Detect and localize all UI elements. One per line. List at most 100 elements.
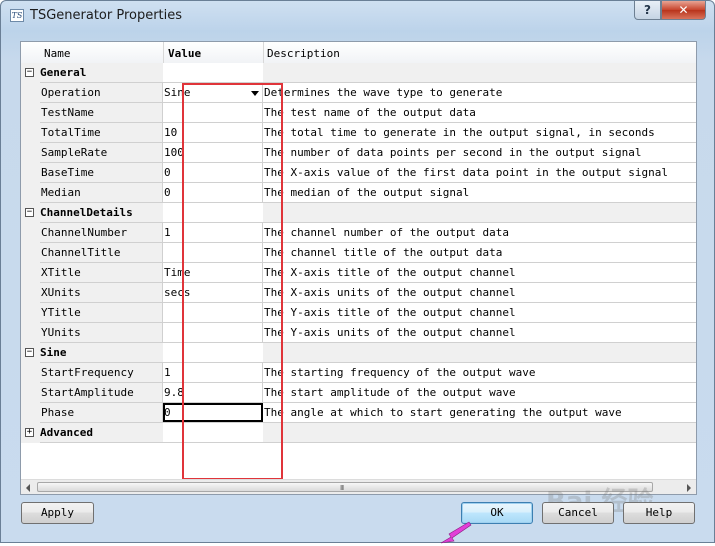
property-description: The number of data points per second in …	[263, 143, 696, 162]
category-label: Sine	[40, 346, 67, 359]
property-value-dropdown[interactable]: Sine	[163, 83, 263, 102]
property-row[interactable]: BaseTime 0 The X-axis value of the first d…	[21, 163, 696, 183]
row-margin: −	[21, 343, 40, 363]
row-margin	[21, 243, 40, 263]
property-name[interactable]: ChannelNumber	[40, 223, 163, 242]
property-name[interactable]: TotalTime	[40, 123, 163, 142]
property-row[interactable]: Operation Sine Determines the wave type to…	[21, 83, 696, 103]
property-description: Determines the wave type to generate	[263, 83, 696, 102]
property-row[interactable]: XTitle Time The X-axis title of the output…	[21, 263, 696, 283]
property-name[interactable]: SampleRate	[40, 143, 163, 162]
property-name[interactable]: TestName	[40, 103, 163, 122]
property-name[interactable]: YTitle	[40, 303, 163, 322]
property-value-field[interactable]: Time	[163, 263, 263, 282]
property-value-field[interactable]	[163, 303, 263, 322]
property-value-field[interactable]: 1	[163, 363, 263, 382]
app-icon: TS	[10, 9, 24, 22]
row-margin: −	[21, 203, 40, 223]
category-row[interactable]: − Sine	[21, 343, 696, 363]
property-value-field[interactable]	[163, 323, 263, 342]
property-name[interactable]: Phase	[40, 403, 163, 422]
row-margin	[21, 363, 40, 383]
header-value[interactable]: Value	[168, 47, 201, 60]
property-value-field[interactable]: 9.8	[163, 383, 263, 402]
property-row[interactable]: TotalTime 10 The total time to generate in…	[21, 123, 696, 143]
property-description: The starting frequency of the output wav…	[263, 363, 696, 382]
property-description: The start amplitude of the output wave	[263, 383, 696, 402]
property-row[interactable]: ChannelNumber 1 The channel number of the …	[21, 223, 696, 243]
title-help-button[interactable]: ?	[634, 1, 661, 20]
property-value-field[interactable]	[163, 243, 263, 262]
row-margin	[21, 143, 40, 163]
cancel-button[interactable]: Cancel	[542, 502, 614, 524]
property-value-field[interactable]: 0	[163, 163, 263, 182]
property-name[interactable]: Median	[40, 183, 163, 202]
row-margin	[21, 223, 40, 243]
property-row[interactable]: YTitle The Y-axis title of the output cha…	[21, 303, 696, 323]
row-margin	[21, 283, 40, 303]
collapse-icon[interactable]: −	[25, 348, 34, 357]
header-name[interactable]: Name	[44, 47, 71, 60]
header-divider[interactable]	[263, 42, 264, 63]
property-row[interactable]: StartFrequency 1 The starting frequency of…	[21, 363, 696, 383]
pointer-arrow-icon	[440, 521, 472, 544]
row-margin: +	[21, 423, 40, 443]
property-value-field[interactable]	[163, 103, 263, 122]
property-name[interactable]: YUnits	[40, 323, 163, 342]
property-row[interactable]: YUnits The Y-axis units of the output cha…	[21, 323, 696, 343]
property-value-field[interactable]: 100	[163, 143, 263, 162]
property-value: 1	[164, 366, 171, 379]
category-label: ChannelDetails	[40, 206, 133, 219]
property-description: The Y-axis title of the output channel	[263, 303, 696, 322]
property-name[interactable]: Operation	[40, 83, 163, 102]
property-row[interactable]: ChannelTitle The channel title of the out…	[21, 243, 696, 263]
property-name[interactable]: XTitle	[40, 263, 163, 282]
property-name[interactable]: XUnits	[40, 283, 163, 302]
property-row[interactable]: SampleRate 100 The number of data points p…	[21, 143, 696, 163]
property-value: Time	[164, 266, 191, 279]
property-value: 1	[164, 226, 171, 239]
property-name[interactable]: StartAmplitude	[40, 383, 163, 402]
title-bar: TS TSGenerator Properties ? ✕	[1, 1, 714, 31]
collapse-icon[interactable]: −	[25, 68, 34, 77]
collapse-icon[interactable]: −	[25, 208, 34, 217]
property-row[interactable]: StartAmplitude 9.8 The start amplitude of …	[21, 383, 696, 403]
row-margin	[21, 83, 40, 103]
property-grid-panel: Name Value Description − General Operation…	[20, 41, 697, 495]
property-value: 9.8	[164, 386, 184, 399]
scroll-right-icon[interactable]	[687, 484, 691, 492]
property-grid: Name Value Description − General Operation…	[21, 42, 696, 482]
property-value-field[interactable]: secs	[163, 283, 263, 302]
row-margin	[21, 123, 40, 143]
header-divider[interactable]	[163, 42, 164, 63]
property-value-field[interactable]: 0	[163, 403, 263, 422]
property-name[interactable]: ChannelTitle	[40, 243, 163, 262]
property-value: 10	[164, 126, 178, 139]
category-row[interactable]: − General	[21, 63, 696, 83]
apply-button[interactable]: Apply	[21, 502, 94, 524]
property-description: The X-axis title of the output channel	[263, 263, 696, 282]
row-margin	[21, 403, 40, 423]
row-margin	[21, 323, 40, 343]
property-value-field[interactable]: 10	[163, 123, 263, 142]
property-value-field[interactable]: 0	[163, 183, 263, 202]
scroll-left-icon[interactable]	[26, 484, 30, 492]
close-button[interactable]: ✕	[661, 1, 706, 20]
expand-icon[interactable]: +	[25, 428, 34, 437]
category-row[interactable]: − ChannelDetails	[21, 203, 696, 223]
property-row[interactable]: Phase 0 The angle at which to start genera…	[21, 403, 696, 423]
chevron-down-icon[interactable]	[251, 91, 259, 96]
property-row[interactable]: TestName The test name of the output data	[21, 103, 696, 123]
category-row[interactable]: + Advanced	[21, 423, 696, 443]
property-value-field[interactable]: 1	[163, 223, 263, 242]
header-description[interactable]: Description	[267, 47, 340, 60]
help-button[interactable]: Help	[623, 502, 695, 524]
row-margin	[21, 263, 40, 283]
property-row[interactable]: Median 0 The median of the output signal	[21, 183, 696, 203]
property-name[interactable]: StartFrequency	[40, 363, 163, 382]
property-name[interactable]: BaseTime	[40, 163, 163, 182]
property-description: The Y-axis units of the output channel	[263, 323, 696, 342]
property-row[interactable]: XUnits secs The X-axis units of the output…	[21, 283, 696, 303]
property-value: secs	[164, 286, 191, 299]
property-description: The channel number of the output data	[263, 223, 696, 242]
